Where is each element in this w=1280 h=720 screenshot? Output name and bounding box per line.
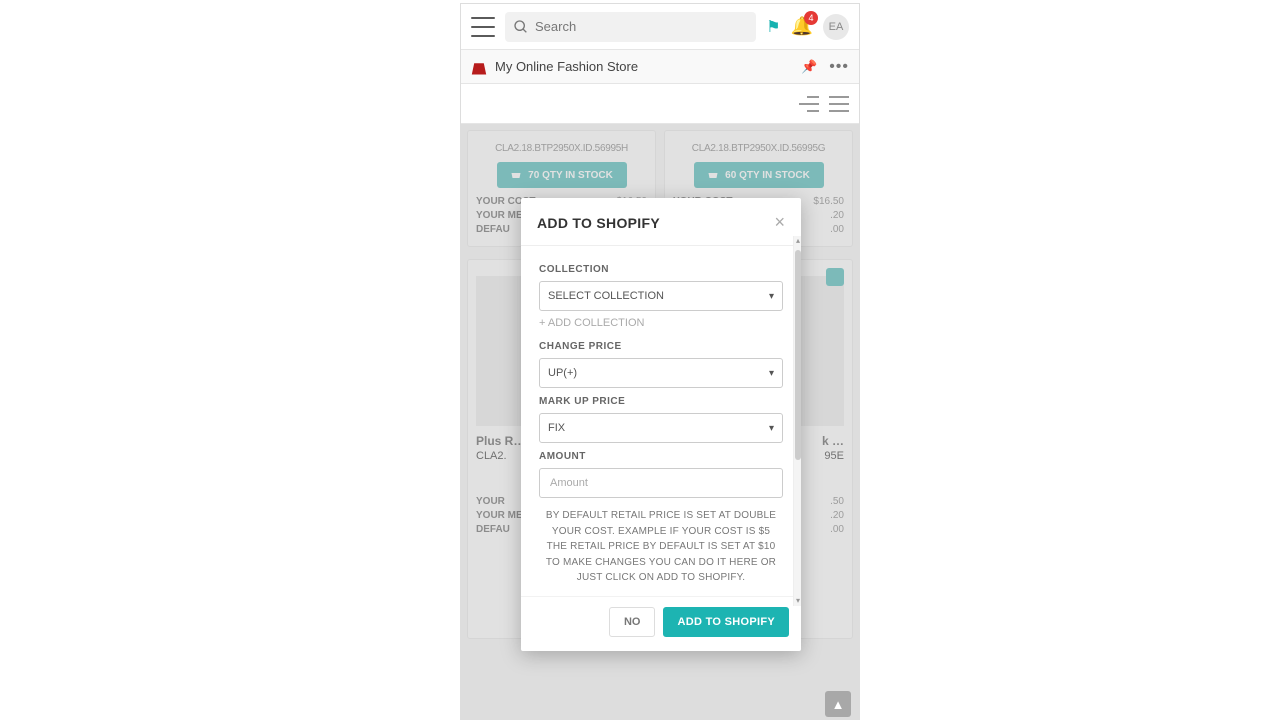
add-to-shopify-button[interactable]: ADD TO SHOPIFY	[663, 607, 789, 637]
close-icon[interactable]: ×	[774, 212, 785, 233]
amount-input[interactable]: Amount	[539, 468, 783, 498]
modal-body: COLLECTION SELECT COLLECTION ▾ + ADD COL…	[521, 246, 801, 596]
collection-select[interactable]: SELECT COLLECTION ▾	[539, 281, 783, 311]
chevron-down-icon: ▾	[769, 368, 774, 379]
scroll-down-arrow[interactable]: ▾	[794, 596, 802, 606]
chevron-down-icon: ▾	[769, 423, 774, 434]
modal-footer: NO ADD TO SHOPIFY	[521, 596, 801, 651]
notifications-button[interactable]: 🔔 4	[791, 16, 813, 37]
scroll-top-button[interactable]: ▲	[825, 691, 851, 717]
app-frame: Search ⚑ 🔔 4 EA My Online Fashion Store …	[460, 3, 860, 720]
pin-icon[interactable]: 📌	[801, 59, 817, 75]
modal-header: ADD TO SHOPIFY ×	[521, 198, 801, 246]
chevron-down-icon: ▾	[769, 291, 774, 302]
no-button[interactable]: NO	[609, 607, 656, 637]
view-compact-icon[interactable]	[799, 96, 819, 112]
store-bar: My Online Fashion Store 📌 •••	[461, 50, 859, 84]
modal-title: ADD TO SHOPIFY	[537, 215, 660, 231]
store-title: My Online Fashion Store	[495, 59, 638, 74]
amount-label: AMOUNT	[539, 451, 783, 462]
add-collection-link[interactable]: + ADD COLLECTION	[539, 317, 783, 329]
view-toggle-bar	[461, 84, 859, 124]
avatar[interactable]: EA	[823, 14, 849, 40]
search-input[interactable]: Search	[505, 12, 756, 42]
markup-label: MARK UP PRICE	[539, 396, 783, 407]
flag-icon[interactable]: ⚑	[766, 17, 780, 37]
topbar: Search ⚑ 🔔 4 EA	[461, 4, 859, 50]
search-placeholder: Search	[535, 19, 576, 34]
search-icon	[513, 19, 529, 35]
change-price-label: CHANGE PRICE	[539, 341, 783, 352]
notification-badge: 4	[804, 11, 818, 25]
helper-text: BY DEFAULT RETAIL PRICE IS SET AT DOUBLE…	[539, 508, 783, 586]
more-icon[interactable]: •••	[829, 58, 849, 76]
bag-icon	[471, 59, 487, 75]
view-list-icon[interactable]	[829, 96, 849, 112]
add-to-shopify-modal: ADD TO SHOPIFY × ▴ ▾ COLLECTION SELECT C…	[521, 198, 801, 651]
collection-label: COLLECTION	[539, 264, 783, 275]
markup-select[interactable]: FIX ▾	[539, 413, 783, 443]
scroll-up-arrow[interactable]: ▴	[794, 236, 802, 246]
change-price-select[interactable]: UP(+) ▾	[539, 358, 783, 388]
menu-icon[interactable]	[471, 17, 495, 37]
